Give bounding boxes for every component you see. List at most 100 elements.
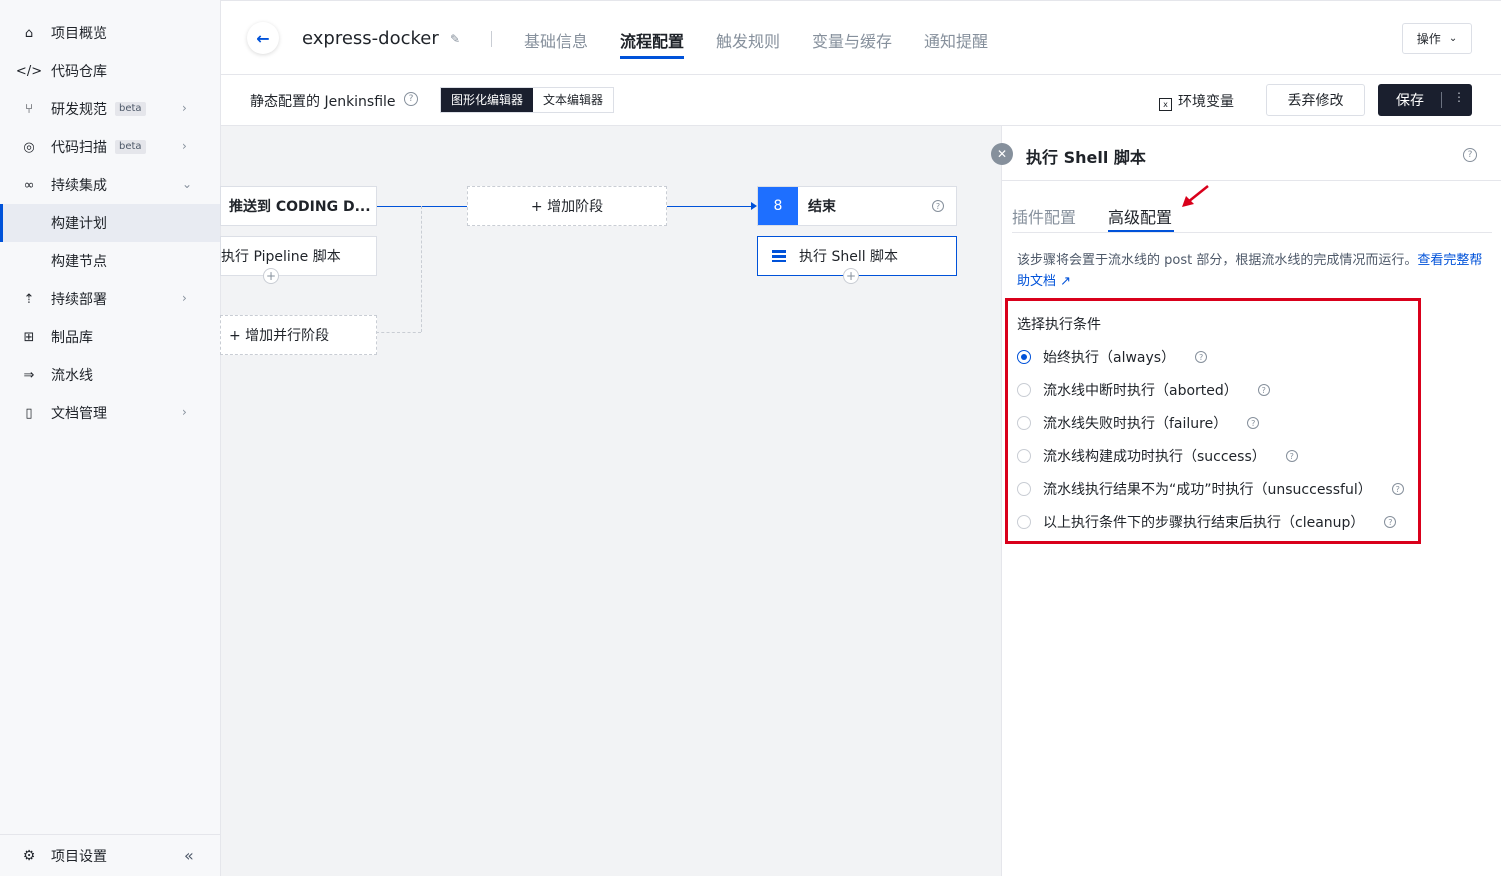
- collapse-icon[interactable]: «: [184, 846, 194, 865]
- condition-cleanup[interactable]: 以上执行条件下的步骤执行结束后执行（cleanup） ?: [1017, 512, 1397, 532]
- pipeline-icon: ⇒: [23, 367, 35, 383]
- add-parallel-stage-button[interactable]: + 增加并行阶段: [220, 315, 377, 355]
- infinity-icon: ∞: [23, 177, 35, 193]
- sidebar-settings[interactable]: ⚙ 项目设置 «: [0, 834, 220, 876]
- sidebar-item-cd[interactable]: ⇡ 持续部署 ›: [0, 280, 220, 318]
- rocket-icon: ⇡: [23, 291, 35, 307]
- pipeline-canvas[interactable]: 推送到 CODING D... 执行 Pipeline 脚本 + + 增加阶段 …: [220, 126, 1001, 876]
- stage-number: 8: [758, 187, 798, 225]
- sidebar-item-scan[interactable]: ◎ 代码扫描 beta ›: [0, 128, 220, 166]
- condition-title: 选择执行条件: [1017, 317, 1101, 333]
- project-name: express-docker: [302, 28, 439, 49]
- step-config-panel: ✕ 执行 Shell 脚本 ? 插件配置 高级配置 该步骤将会置于流水线的 po…: [991, 126, 1501, 876]
- help-icon[interactable]: ?: [932, 200, 944, 212]
- text-editor-button[interactable]: 文本编辑器: [533, 88, 614, 112]
- tab-trigger-rules[interactable]: 触发规则: [716, 28, 780, 52]
- tab-variables-cache[interactable]: 变量与缓存: [812, 28, 892, 52]
- condition-failure[interactable]: 流水线失败时执行（failure） ?: [1017, 413, 1260, 433]
- chevron-right-icon: ›: [182, 101, 187, 115]
- chevron-down-icon: ⌄: [1448, 33, 1458, 44]
- help-icon[interactable]: ?: [1195, 351, 1208, 363]
- env-variables-button[interactable]: x 环境变量: [1159, 91, 1234, 111]
- add-step-icon[interactable]: +: [843, 268, 859, 284]
- end-stage-node[interactable]: 8 结束 ?: [757, 186, 957, 226]
- arrow-left-icon: ←: [256, 28, 270, 48]
- divider: [491, 31, 492, 47]
- radio-button[interactable]: [1017, 515, 1031, 529]
- condition-unsuccessful[interactable]: 流水线执行结果不为“成功”时执行（unsuccessful） ?: [1017, 479, 1404, 499]
- help-icon[interactable]: ?: [404, 92, 418, 106]
- back-button[interactable]: ←: [247, 22, 279, 54]
- panel-title: 执行 Shell 脚本: [1026, 148, 1146, 167]
- help-icon[interactable]: ?: [1384, 516, 1397, 528]
- editor-mode-switch: 图形化编辑器 文本编辑器: [440, 87, 615, 113]
- editor-toolbar: 静态配置的 Jenkinsfile ? 图形化编辑器 文本编辑器 x 环境变量 丢…: [221, 75, 1501, 126]
- chevron-down-icon: ⌄: [182, 177, 193, 191]
- home-icon: ⌂: [24, 25, 34, 41]
- help-icon[interactable]: ?: [1247, 417, 1260, 429]
- sidebar-item-repo[interactable]: </> 代码仓库: [0, 52, 220, 90]
- step-pipeline-node[interactable]: 执行 Pipeline 脚本: [220, 236, 377, 276]
- sidebar-item-build-plan[interactable]: 构建计划: [0, 204, 220, 242]
- graphic-editor-button[interactable]: 图形化编辑器: [441, 88, 534, 112]
- save-button[interactable]: 保存 ⋮: [1378, 84, 1472, 116]
- divider: [1441, 92, 1442, 108]
- sidebar-item-pipeline[interactable]: ⇒ 流水线: [0, 356, 220, 394]
- radio-button[interactable]: [1017, 383, 1031, 397]
- radio-button[interactable]: [1017, 482, 1031, 496]
- discard-button[interactable]: 丢弃修改: [1266, 84, 1365, 116]
- sidebar-item-ci[interactable]: ∞ 持续集成 ⌄: [0, 166, 220, 204]
- header: ← express-docker ✎ 基础信息 流程配置 触发规则 变量与缓存 …: [221, 4, 1501, 75]
- connector-line: [377, 206, 467, 207]
- package-icon: ⊞: [23, 329, 35, 345]
- radio-button[interactable]: [1017, 350, 1031, 364]
- help-icon[interactable]: ?: [1285, 450, 1298, 462]
- sidebar-item-standards[interactable]: ⑂ 研发规范 beta ›: [0, 90, 220, 128]
- scan-icon: ◎: [23, 139, 35, 155]
- connector-line: [667, 206, 755, 207]
- beta-badge: beta: [115, 102, 146, 116]
- close-icon[interactable]: ✕: [991, 143, 1013, 165]
- chevron-right-icon: ›: [182, 139, 187, 153]
- add-step-icon[interactable]: +: [263, 268, 279, 284]
- condition-always[interactable]: 始终执行（always） ?: [1017, 347, 1208, 367]
- more-icon[interactable]: ⋮: [1453, 90, 1465, 104]
- chevron-right-icon: ›: [182, 405, 187, 419]
- beta-badge: beta: [115, 140, 146, 154]
- variable-icon: x: [1159, 98, 1172, 111]
- parallel-connector: [421, 206, 422, 332]
- sidebar-item-overview[interactable]: ⌂ 项目概览: [0, 14, 220, 52]
- tab-plugin-config[interactable]: 插件配置: [1012, 204, 1076, 228]
- add-stage-button[interactable]: + 增加阶段: [467, 186, 667, 226]
- step-description: 该步骤将会置于流水线的 post 部分，根据流水线的完成情况而运行。查看完整帮助…: [1017, 253, 1483, 289]
- sidebar: ⌂ 项目概览 </> 代码仓库 ⑂ 研发规范 beta › ◎ 代码扫描 bet…: [0, 0, 221, 876]
- radio-button[interactable]: [1017, 416, 1031, 430]
- condition-aborted[interactable]: 流水线中断时执行（aborted） ?: [1017, 380, 1270, 400]
- edit-icon[interactable]: ✎: [450, 32, 460, 46]
- red-arrow-icon: [1182, 185, 1209, 207]
- tab-advanced-config[interactable]: 高级配置: [1108, 204, 1172, 228]
- code-icon: </>: [15, 63, 43, 79]
- tab-notifications[interactable]: 通知提醒: [924, 28, 988, 52]
- radio-button[interactable]: [1017, 449, 1031, 463]
- tab-basic-info[interactable]: 基础信息: [524, 28, 588, 52]
- help-icon[interactable]: ?: [1257, 384, 1270, 396]
- shell-icon: [772, 250, 786, 262]
- condition-success[interactable]: 流水线构建成功时执行（success） ?: [1017, 446, 1298, 466]
- sidebar-item-build-node[interactable]: 构建节点: [0, 242, 220, 280]
- sidebar-item-docs[interactable]: ▯ 文档管理 ›: [0, 394, 220, 432]
- parallel-connector: [376, 332, 421, 333]
- divider: [1002, 180, 1501, 181]
- help-icon[interactable]: ?: [1463, 148, 1477, 162]
- chevron-right-icon: ›: [182, 291, 187, 305]
- branch-icon: ⑂: [25, 101, 33, 117]
- operation-dropdown[interactable]: 操作 ⌄: [1402, 23, 1472, 54]
- tab-indicator: [620, 56, 684, 59]
- jenkinsfile-title: 静态配置的 Jenkinsfile: [250, 94, 396, 110]
- document-icon: ▯: [25, 405, 33, 421]
- gear-icon: ⚙: [22, 847, 36, 864]
- help-icon[interactable]: ?: [1391, 483, 1404, 495]
- sidebar-item-artifacts[interactable]: ⊞ 制品库: [0, 318, 220, 356]
- tab-flow-config[interactable]: 流程配置: [620, 28, 684, 52]
- stage-push-node[interactable]: 推送到 CODING D...: [220, 186, 377, 226]
